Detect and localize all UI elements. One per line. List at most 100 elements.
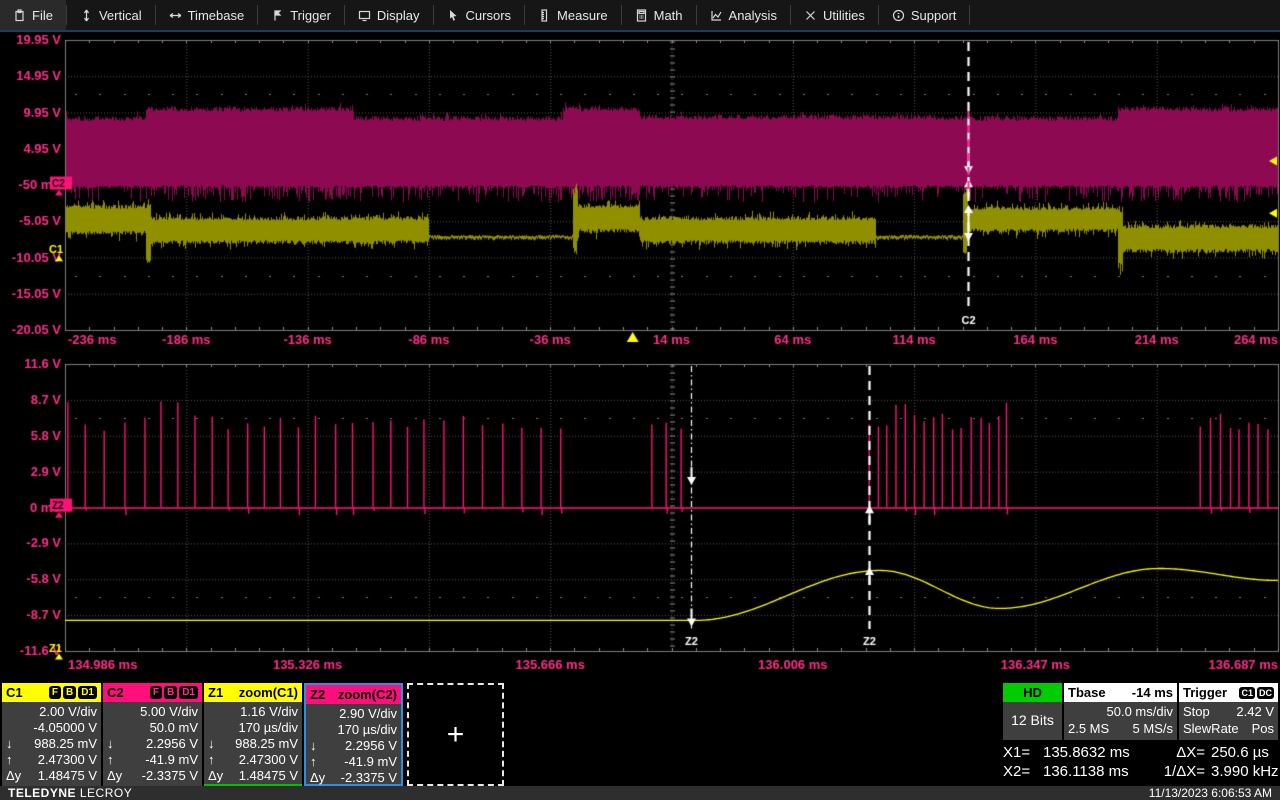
measure-icon	[538, 8, 551, 22]
tbase-samples: 2.5 MS	[1068, 721, 1110, 736]
timebase-box[interactable]: Tbase -14 ms 50.0 ms/div 2.5 MS 5 MS/s	[1064, 683, 1177, 740]
menu-bar: File Vertical Timebase Trigger Display C…	[0, 0, 1280, 32]
c1-delta: 1.48475 V	[37, 768, 97, 783]
trigger-type: SlewRate	[1183, 721, 1239, 736]
descriptor-row: C1 F B D1 2.00 V/div -4.05000 V ↓ 988.25 …	[0, 683, 1280, 786]
acquisition-box[interactable]: HD 12 Bits	[1003, 683, 1062, 740]
menu-display[interactable]: Display	[345, 0, 433, 30]
menu-timebase[interactable]: Timebase	[156, 0, 258, 30]
x1-label: X1=	[1003, 744, 1031, 761]
menu-cursors[interactable]: Cursors	[434, 0, 525, 30]
utilities-icon	[804, 9, 817, 22]
z1-source: zoom(C1)	[238, 685, 298, 700]
support-icon	[892, 9, 905, 22]
cursor-down-icon: ↓	[107, 736, 114, 751]
menu-math[interactable]: Math	[622, 0, 696, 30]
trigger-coupling-badge: DC	[1257, 686, 1274, 699]
timebase-icon	[169, 9, 182, 22]
c2-f-badge: F	[149, 686, 162, 699]
c1-cursor1: 988.25 mV	[34, 736, 97, 751]
z1-label: Z1	[208, 685, 224, 700]
trigger-source-badge: C1	[1239, 686, 1255, 699]
z1-delta: 1.48475 V	[238, 768, 298, 783]
menu-file[interactable]: File	[0, 0, 66, 30]
cursor-down-icon: ↓	[310, 738, 317, 753]
menu-vertical-label: Vertical	[98, 7, 142, 23]
descriptor-z1[interactable]: Z1 zoom(C1) 1.16 V/div 170 µs/div ↓ 988.2…	[204, 683, 302, 786]
vertical-icon	[80, 9, 93, 22]
delta-y-icon: Δy	[6, 768, 22, 783]
menu-support[interactable]: Support	[879, 0, 970, 30]
menu-analysis-label: Analysis	[728, 7, 777, 23]
trigger-level: 2.42 V	[1236, 704, 1274, 719]
dx-value: 250.6 µs	[1211, 744, 1269, 761]
menu-utilities[interactable]: Utilities	[791, 0, 878, 30]
c1-d1-badge: D1	[78, 686, 97, 699]
trigger-mode: Stop	[1183, 704, 1210, 719]
add-trace-button[interactable]: +	[407, 683, 504, 786]
brand-logo: TELEDYNE LECROY	[8, 786, 132, 800]
c2-cursor1: 2.2956 V	[145, 736, 198, 751]
menu-utilities-label: Utilities	[822, 7, 865, 23]
cursor-up-icon: ↑	[6, 752, 13, 767]
z2-cursor2: -41.9 mV	[344, 754, 397, 769]
cursor-up-icon: ↑	[310, 754, 317, 769]
math-icon	[635, 8, 648, 22]
c2-b-badge: B	[163, 686, 178, 699]
brand-lecroy: LECROY	[79, 786, 133, 800]
menu-analysis[interactable]: Analysis	[697, 0, 790, 30]
cursor-up-icon: ↑	[107, 752, 114, 767]
analysis-icon	[710, 9, 723, 22]
z1-cursor2: 2.47300 V	[238, 752, 298, 767]
waveform-display[interactable]	[0, 0, 1280, 683]
tbase-title: Tbase	[1068, 685, 1106, 700]
oscilloscope-app: File Vertical Timebase Trigger Display C…	[0, 0, 1280, 800]
tbase-offset: -14 ms	[1131, 685, 1173, 700]
descriptor-z2[interactable]: Z2 zoom(C2) 2.90 V/div 170 µs/div ↓ 2.295…	[304, 683, 403, 786]
z2-vdiv: 2.90 V/div	[339, 706, 397, 721]
menu-separator	[969, 5, 971, 25]
datetime: 11/13/2023 6:06:53 AM	[1148, 786, 1272, 800]
cursor-up-icon: ↑	[208, 752, 215, 767]
trigger-slope: Pos	[1251, 721, 1274, 736]
x2-value: 136.1138 ms	[1043, 763, 1129, 780]
cursor-down-icon: ↓	[208, 736, 215, 751]
menu-math-label: Math	[653, 7, 683, 23]
x1-value: 135.8632 ms	[1043, 744, 1130, 761]
z1-cursor1: 988.25 mV	[235, 736, 298, 751]
hd-badge: HD	[1003, 683, 1062, 702]
z1-vdiv: 1.16 V/div	[240, 704, 298, 719]
menu-trigger[interactable]: Trigger	[258, 0, 344, 30]
menu-support-label: Support	[910, 7, 957, 23]
menu-display-label: Display	[376, 7, 420, 23]
descriptor-c1[interactable]: C1 F B D1 2.00 V/div -4.05000 V ↓ 988.25 …	[2, 683, 101, 786]
trigger-box[interactable]: Trigger C1 DC Stop 2.42 V SlewRate Pos	[1179, 683, 1278, 740]
trigger-title: Trigger	[1183, 685, 1228, 700]
descriptor-c2[interactable]: C2 F B D1 5.00 V/div 50.0 mV ↓ 2.2956 V ↑…	[103, 683, 202, 786]
z2-tdiv: 170 µs/div	[337, 722, 397, 737]
c2-offset: 50.0 mV	[149, 720, 198, 735]
menu-trigger-label: Trigger	[290, 7, 331, 23]
cursor-readout: X1= 135.8632 ms ΔX= 250.6 µs X2= 136.113…	[1003, 743, 1279, 781]
c2-delta: -2.3375 V	[141, 768, 198, 783]
cursors-icon	[447, 9, 460, 22]
c1-vdiv: 2.00 V/div	[39, 704, 97, 719]
x2-label: X2=	[1003, 763, 1031, 780]
menu-cursors-label: Cursors	[465, 7, 512, 23]
invdx-value: 3.990 kHz	[1211, 763, 1279, 780]
status-bar: TELEDYNE LECROY 11/13/2023 6:06:53 AM	[0, 786, 1280, 800]
menu-vertical[interactable]: Vertical	[67, 0, 155, 30]
z2-cursor1: 2.2956 V	[344, 738, 397, 753]
plus-icon: +	[446, 717, 465, 751]
delta-y-icon: Δy	[310, 770, 326, 785]
delta-y-icon: Δy	[107, 768, 123, 783]
menu-measure[interactable]: Measure	[525, 0, 621, 30]
c2-label: C2	[107, 685, 124, 700]
c1-cursor2: 2.47300 V	[37, 752, 97, 767]
tbase-rate: 5 MS/s	[1132, 721, 1173, 736]
c1-label: C1	[6, 685, 23, 700]
adc-bits: 12 Bits	[1011, 712, 1054, 728]
z2-source: zoom(C2)	[337, 687, 397, 702]
file-icon	[13, 8, 26, 22]
z1-tdiv: 170 µs/div	[238, 720, 298, 735]
